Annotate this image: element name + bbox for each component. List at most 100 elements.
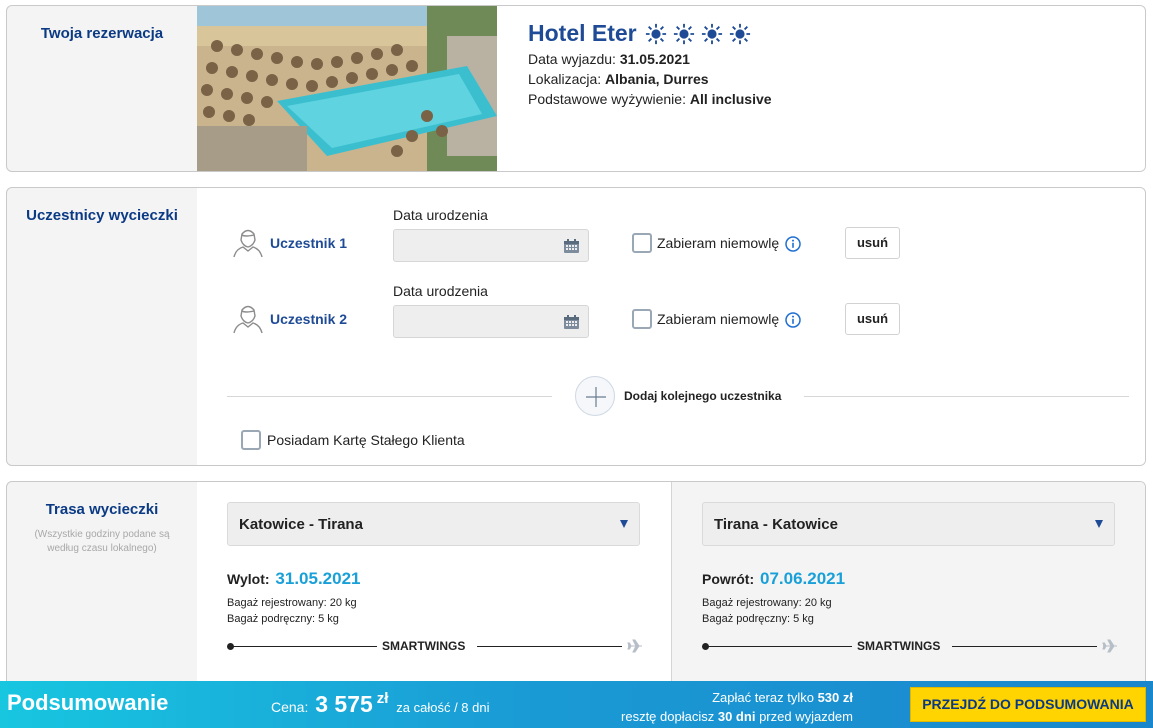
infant-checkbox[interactable] [632, 233, 652, 253]
return-route-select[interactable]: Tirana - Katowice [702, 502, 1115, 546]
board-label: Podstawowe wyżywienie: [528, 91, 686, 107]
rest-prefix: resztę dopłacisz [621, 709, 715, 724]
calendar-icon[interactable] [564, 315, 579, 329]
add-participant-label[interactable]: Dodaj kolejnego uczestnika [624, 389, 781, 403]
participants-side: Uczestnicy wycieczki [7, 188, 197, 465]
add-participant-row: Dodaj kolejnego uczestnika [227, 376, 1129, 416]
reservation-panel: Twoja rezerwacja Hotel Eter Data wyjazdu… [6, 5, 1146, 172]
participants-panel: Uczestnicy wycieczki Uczestnik 1 Data ur… [6, 187, 1146, 466]
departure-label: Data wyjazdu: [528, 51, 616, 67]
sun-rating-icon [645, 23, 666, 44]
route-content: Katowice - Tirana Wylot: 31.05.2021 Baga… [197, 482, 1145, 690]
return-date-row: Powrót: 07.06.2021 [702, 569, 845, 589]
participant-row: Uczestnik 2 Data urodzenia Zabieram niem… [197, 278, 1145, 338]
outbound-bag-checked: Bagaż rejestrowany: 20 kg [227, 597, 357, 609]
departure-value: 31.05.2021 [619, 51, 690, 67]
return-date: 07.06.2021 [760, 569, 846, 588]
hotel-rating [645, 23, 751, 45]
route-title: Trasa wycieczki [45, 501, 159, 518]
outbound-bag-hand: Bagaż podręczny: 5 kg [227, 613, 339, 625]
flight-line [705, 646, 852, 647]
divider [804, 396, 1129, 397]
route-side: Trasa wycieczki (Wszystkie godziny podan… [7, 482, 197, 690]
location-line: Lokalizacja: Albania, Durres [528, 71, 772, 87]
participant-name: Uczestnik 2 [270, 311, 348, 327]
infant-label: Zabieram niemowlę [657, 235, 780, 251]
hotel-name-row: Hotel Eter [528, 20, 772, 47]
rest-days: 30 dni [717, 709, 756, 724]
reservation-side: Twoja rezerwacja [7, 6, 197, 171]
route-note: (Wszystkie godziny podane są według czas… [34, 529, 170, 554]
go-to-summary-button[interactable]: PRZEJDŹ DO PODSUMOWANIA [910, 687, 1146, 722]
location-label: Lokalizacja: [528, 71, 602, 87]
outbound-route: Katowice - Tirana [239, 516, 363, 533]
sun-rating-icon [701, 23, 722, 44]
divider [227, 396, 552, 397]
plus-icon [586, 387, 606, 407]
infant-checkbox[interactable] [632, 309, 652, 329]
outbound-route-select[interactable]: Katowice - Tirana [227, 502, 640, 546]
hotel-name: Hotel Eter [528, 20, 637, 46]
flight-line [477, 646, 622, 647]
price-label: Cena: [271, 699, 309, 715]
outbound-airline: SMARTWINGS [382, 639, 466, 653]
pay-now-info: Zapłać teraz tylko 530 zł resztę dopłaci… [612, 688, 853, 726]
outbound-date: 31.05.2021 [275, 569, 361, 588]
participants-content: Uczestnik 1 Data urodzenia Zabieram niem… [197, 188, 1145, 465]
birthdate-label: Data urodzenia [393, 207, 488, 223]
departure-line: Data wyjazdu: 31.05.2021 [528, 51, 772, 67]
info-icon[interactable] [785, 236, 801, 252]
info-icon[interactable] [785, 312, 801, 328]
price-block: Cena: 3 575 zł za całość / 8 dni [271, 690, 490, 718]
summary-bar: Podsumowanie Cena: 3 575 zł za całość / … [0, 681, 1153, 728]
dropdown-arrow-icon [620, 520, 628, 528]
return-leg: Tirana - Katowice Powrót: 07.06.2021 Bag… [671, 482, 1145, 690]
price-description: za całość / 8 dni [396, 700, 490, 715]
plane-icon [627, 639, 642, 653]
participant-row: Uczestnik 1 Data urodzenia Zabieram niem… [197, 202, 1145, 262]
birthdate-input[interactable] [393, 305, 589, 338]
pay-now-line: Zapłać teraz tylko 530 zł [612, 688, 853, 707]
outbound-date-row: Wylot: 31.05.2021 [227, 569, 361, 589]
summary-title: Podsumowanie [7, 690, 169, 715]
board-value: All inclusive [689, 91, 772, 107]
return-airline: SMARTWINGS [857, 639, 941, 653]
person-icon [233, 305, 263, 334]
birthdate-input[interactable] [393, 229, 589, 262]
reservation-content: Hotel Eter Data wyjazdu: 31.05.2021 Loka… [197, 6, 1145, 171]
participants-title: Uczestnicy wycieczki [26, 207, 178, 224]
pay-now-prefix: Zapłać teraz tylko [712, 690, 814, 705]
location-value: Albania, Durres [605, 71, 709, 87]
plane-icon [1102, 639, 1117, 653]
return-flight-line: SMARTWINGS [702, 636, 1122, 656]
remove-participant-button[interactable]: usuń [845, 227, 900, 259]
board-line: Podstawowe wyżywienie: All inclusive [528, 91, 772, 107]
person-icon [233, 229, 263, 258]
rest-line: resztę dopłacisz 30 dni przed wyjazdem [612, 707, 853, 726]
remove-participant-button[interactable]: usuń [845, 303, 900, 335]
sun-rating-icon [729, 23, 750, 44]
infant-label: Zabieram niemowlę [657, 311, 780, 327]
add-participant-button[interactable] [575, 376, 615, 416]
hotel-photo-image [197, 6, 497, 171]
price-value: 3 575 [315, 691, 373, 717]
rest-suffix: przed wyjazdem [759, 709, 853, 724]
loyalty-checkbox[interactable] [241, 430, 261, 450]
outbound-leg: Katowice - Tirana Wylot: 31.05.2021 Baga… [197, 482, 671, 690]
hotel-photo[interactable] [197, 6, 497, 171]
reservation-title: Twoja rezerwacja [40, 25, 164, 42]
return-date-label: Powrót: [702, 571, 755, 587]
route-panel: Trasa wycieczki (Wszystkie godziny podan… [6, 481, 1146, 691]
dropdown-arrow-icon [1095, 520, 1103, 528]
pay-now-value: 530 zł [817, 690, 853, 705]
price-currency: zł [376, 690, 389, 707]
hotel-info: Hotel Eter Data wyjazdu: 31.05.2021 Loka… [528, 20, 772, 107]
calendar-icon[interactable] [564, 239, 579, 253]
birthdate-label: Data urodzenia [393, 283, 488, 299]
return-bag-checked: Bagaż rejestrowany: 20 kg [702, 597, 832, 609]
return-route: Tirana - Katowice [714, 516, 838, 533]
flight-line [230, 646, 377, 647]
return-bag-hand: Bagaż podręczny: 5 kg [702, 613, 814, 625]
participant-name: Uczestnik 1 [270, 235, 348, 251]
flight-line [952, 646, 1097, 647]
